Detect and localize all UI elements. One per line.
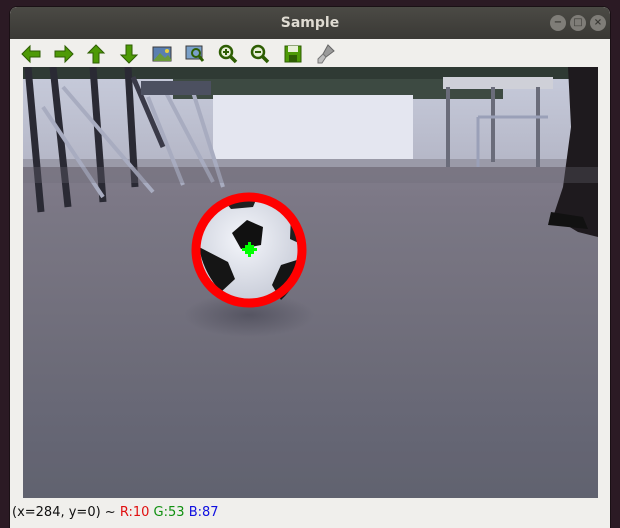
properties-button[interactable] xyxy=(314,42,338,66)
toolbar xyxy=(10,39,610,69)
titlebar[interactable]: Sample − □ × xyxy=(10,7,610,39)
minimize-button[interactable]: − xyxy=(550,15,566,31)
camera-frame xyxy=(23,67,598,498)
image-window: Sample − □ × (x=284, y=0) ~ R:10 G:53 B:… xyxy=(10,7,610,528)
arrow-up-icon xyxy=(86,44,106,64)
red-value: R:10 xyxy=(119,505,150,520)
brush-icon xyxy=(317,44,335,64)
close-button[interactable]: × xyxy=(590,15,606,31)
pan-up-button[interactable] xyxy=(84,42,108,66)
zoom-in-icon xyxy=(218,44,238,64)
pan-right-button[interactable] xyxy=(52,42,76,66)
pan-left-button[interactable] xyxy=(19,42,43,66)
blue-value: B:87 xyxy=(188,505,219,520)
cursor-coordinates: (x=284, y=0) ~ xyxy=(12,505,116,520)
status-bar: (x=284, y=0) ~ R:10 G:53 B:87 xyxy=(10,501,610,525)
zoom-fit-icon xyxy=(185,45,205,62)
arrow-left-icon xyxy=(21,44,41,64)
zoom-fit-button[interactable] xyxy=(183,42,207,66)
green-value: G:53 xyxy=(153,505,185,520)
camera-image[interactable] xyxy=(23,67,598,498)
image-icon xyxy=(152,46,172,62)
window-title: Sample xyxy=(280,15,340,31)
save-button[interactable] xyxy=(281,42,305,66)
zoom-out-button[interactable] xyxy=(248,42,272,66)
maximize-button[interactable]: □ xyxy=(570,15,586,31)
arrow-right-icon xyxy=(54,44,74,64)
zoom-original-button[interactable] xyxy=(150,42,174,66)
zoom-out-icon xyxy=(250,44,270,64)
arrow-down-icon xyxy=(119,44,139,64)
zoom-in-button[interactable] xyxy=(216,42,240,66)
pan-down-button[interactable] xyxy=(117,42,141,66)
save-icon xyxy=(284,45,302,63)
